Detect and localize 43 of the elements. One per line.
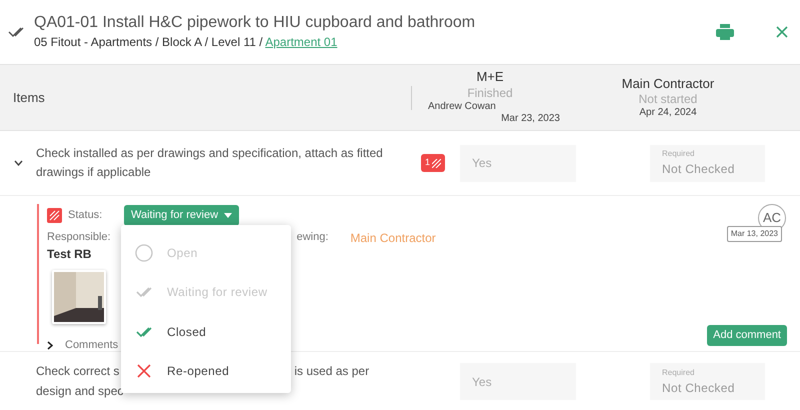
stage-status: Finished: [466, 86, 514, 101]
stage-name: Main Contractor: [620, 76, 716, 92]
close-icon[interactable]: [776, 26, 788, 38]
circle-icon: [135, 244, 153, 262]
item-text: Check installed as per drawings and specification, attach as fitted drawings if applicable: [36, 146, 383, 179]
comments-label[interactable]: Comments: [65, 337, 118, 354]
reviewing-label: ewing:: [296, 230, 328, 244]
stage-person: Andrew Cowan: [427, 100, 497, 114]
responsible-name: Test RB: [47, 246, 92, 263]
reviewer-name: Main Contractor: [350, 230, 436, 246]
breadcrumb-link[interactable]: Apartment 01: [265, 34, 338, 49]
issue-count-badge[interactable]: 1: [420, 154, 445, 172]
status-dropdown[interactable]: Waiting for review: [124, 205, 240, 226]
double-check-icon: [135, 324, 153, 339]
menu-option[interactable]: Re-opened: [121, 352, 291, 391]
stage-date: Apr 24, 2024: [638, 106, 698, 120]
cross-icon: [135, 364, 153, 378]
collapse-chevron-icon[interactable]: [14, 160, 22, 166]
double-check-icon: [8, 25, 24, 39]
status-label: Status:: [68, 208, 104, 223]
menu-option[interactable]: Closed: [121, 312, 291, 352]
answer-field[interactable]: Yes: [460, 363, 576, 400]
item-text: Check correct s: [36, 363, 120, 380]
stage-name: M+E: [475, 69, 505, 86]
responsible-label: Responsible:: [47, 230, 111, 244]
caret-icon: [224, 212, 232, 218]
stage-date: Mar 23, 2023: [500, 113, 561, 126]
hatch-icon: [432, 158, 441, 168]
item-text: design and spec: [36, 384, 124, 398]
expand-chevron-icon[interactable]: [47, 340, 53, 350]
required-check-field[interactable]: Required Not Checked: [650, 144, 765, 182]
issue-icon: [47, 208, 62, 223]
print-icon[interactable]: [716, 24, 734, 40]
breadcrumb: 05 Fitout - Apartments / Block A / Level 11 /: [34, 34, 264, 49]
record-title: QA01-01 Install H&C pipework to HIU cupboard and bathroom: [34, 13, 476, 33]
double-check-icon: [135, 285, 153, 300]
date-tag: Mar 13, 2023: [726, 226, 782, 242]
answer-field[interactable]: Yes: [460, 144, 576, 182]
item-text: is used as per: [294, 363, 370, 380]
required-check-field[interactable]: Required Not Checked: [650, 363, 765, 400]
column-heading: Items: [13, 88, 45, 107]
add-comment-button[interactable]: Add comment: [707, 325, 787, 346]
stage-status: Not started: [638, 92, 698, 107]
